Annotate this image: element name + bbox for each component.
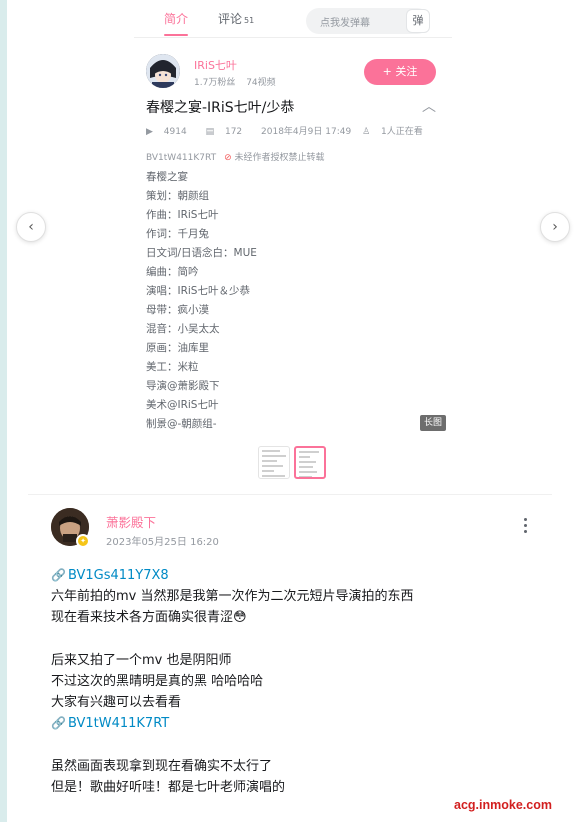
comment-line: 后来又拍了一个mv 也是阴阳师 xyxy=(51,653,232,668)
chevron-right-icon[interactable]: › xyxy=(540,212,570,242)
comment-gap xyxy=(51,628,414,650)
comment-line: 虽然画面表现拿到现在看确实不太行了 xyxy=(51,759,273,774)
danmaku-icon: ▤ xyxy=(205,127,215,137)
danmaku-count: ▤ 172 xyxy=(206,127,251,137)
forbidden-icon: ⊘ xyxy=(224,153,232,163)
description-line: 作词：千月兔 xyxy=(146,228,209,240)
tab-comments-label: 评论 xyxy=(218,12,243,26)
play-count-value: 4914 xyxy=(163,127,187,137)
site-watermark: acg.inmoke.com xyxy=(454,798,552,812)
description-line: 策划：朝颜组 xyxy=(146,190,209,202)
publish-date: 2018年4月9日 17:49 xyxy=(261,127,352,137)
description-line: 导演@萧影殿下 xyxy=(146,380,220,392)
description-line: 美术@IRiS七叶 xyxy=(146,399,219,411)
section-divider xyxy=(28,494,552,495)
description-line: 美工：米粒 xyxy=(146,361,199,373)
vip-badge-icon: ✦ xyxy=(76,534,90,548)
comment-time: 2023年05月25日 16:20 xyxy=(106,537,219,548)
repost-notice-text: 未经作者授权禁止转载 xyxy=(234,153,325,163)
chevron-left-icon[interactable]: ‹ xyxy=(16,212,46,242)
page-side-strip xyxy=(0,0,7,822)
video-title: 春樱之宴-IRiS七叶/少恭 xyxy=(146,100,295,116)
carousel-thumbnail-selected[interactable] xyxy=(294,446,326,479)
play-count-icon: ▶ xyxy=(146,127,153,137)
viewers: ♙ 1人正在看 xyxy=(362,127,431,137)
comment-body: 🔗 BV1Gs411Y7X8 六年前拍的mv 当然那是我第一次作为二次元短片导演拍… xyxy=(51,565,414,798)
danmaku-count-value: 172 xyxy=(224,127,243,137)
tab-divider xyxy=(134,37,452,38)
comment-line: 六年前拍的mv 当然那是我第一次作为二次元短片导演拍的东西 xyxy=(51,589,414,604)
description-line: 演唱：IRiS七叶＆少恭 xyxy=(146,285,250,297)
description-line: 母带：疯小漠 xyxy=(146,304,209,316)
uploader-name[interactable]: IRiS七叶 xyxy=(194,57,237,73)
viewers-value: 1人正在看 xyxy=(381,127,423,137)
link-icon: 🔗 xyxy=(51,568,66,582)
image-carousel-slide[interactable]: 简介 评论 51 点我发弹幕 弹 IRiS七叶 1.7万粉丝 74视频 + 关注 … xyxy=(134,0,452,440)
tab-comments-count: 51 xyxy=(244,16,255,25)
description-line: 编曲：简吟 xyxy=(146,266,199,278)
comment-line: 不过这次的黑晴明是真的黑 哈哈哈哈 xyxy=(51,674,264,689)
description-line: 春樱之宴 xyxy=(146,171,188,183)
comment-line: 但是！歌曲好听哇！都是七叶老师演唱的 xyxy=(51,780,286,795)
repost-notice: ⊘ 未经作者授权禁止转载 xyxy=(224,153,324,163)
video-tabs: 简介 评论 51 点我发弹幕 弹 xyxy=(134,0,452,38)
link-icon: 🔗 xyxy=(51,716,66,730)
video-link[interactable]: 🔗 BV1Gs411Y7X8 xyxy=(51,565,414,586)
uploader-stats: 1.7万粉丝 74视频 xyxy=(194,75,276,88)
uploader-avatar[interactable] xyxy=(146,54,180,88)
danmaku-button[interactable]: 弹 xyxy=(406,9,430,33)
long-image-badge: 长图 xyxy=(420,415,446,431)
video-bvid-row: BV1tW411K7RT ⊘ 未经作者授权禁止转载 xyxy=(146,150,325,163)
comment-line: 大家有兴趣可以去看看 xyxy=(51,695,182,710)
video-description: 春樱之宴 策划：朝颜组 作曲：IRiS七叶 作词：千月兔 日文词/日语念白：MU… xyxy=(146,168,257,434)
more-icon[interactable] xyxy=(520,516,530,538)
tab-intro[interactable]: 简介 xyxy=(164,10,188,27)
description-line: 制景@-朝颜组- xyxy=(146,418,217,430)
comment-line: 现在看来技术各方面确实很青涩😳 xyxy=(51,610,247,625)
follow-button[interactable]: + 关注 xyxy=(364,59,436,85)
description-line: 作曲：IRiS七叶 xyxy=(146,209,219,221)
uploader-fans: 1.7万粉丝 xyxy=(194,78,236,88)
chevron-up-icon[interactable]: ︿ xyxy=(422,96,436,116)
viewers-icon: ♙ xyxy=(362,127,371,137)
description-line: 日文词/日语念白：MUE xyxy=(146,247,257,259)
video-bvid: BV1tW411K7RT xyxy=(146,153,217,163)
video-link[interactable]: 🔗 BV1tW411K7RT xyxy=(51,713,414,734)
video-meta: ▶ 4914 ▤ 172 2018年4月9日 17:49 ♙ 1人正在看 xyxy=(146,124,439,137)
tab-comments[interactable]: 评论 51 xyxy=(218,10,254,27)
carousel-thumbnails xyxy=(256,446,328,480)
tab-active-underline xyxy=(164,34,188,36)
comment-gap xyxy=(51,734,414,756)
video-link-text: BV1Gs411Y7X8 xyxy=(67,568,169,583)
play-count: ▶ 4914 xyxy=(146,127,195,137)
description-line: 原画：油库里 xyxy=(146,342,209,354)
uploader-videos: 74视频 xyxy=(246,78,276,88)
comment-user-name[interactable]: 萧影殿下 xyxy=(106,512,156,531)
video-link-text: BV1tW411K7RT xyxy=(67,716,170,731)
carousel-thumbnail[interactable] xyxy=(258,446,290,479)
description-line: 混音：小吴太太 xyxy=(146,323,220,335)
